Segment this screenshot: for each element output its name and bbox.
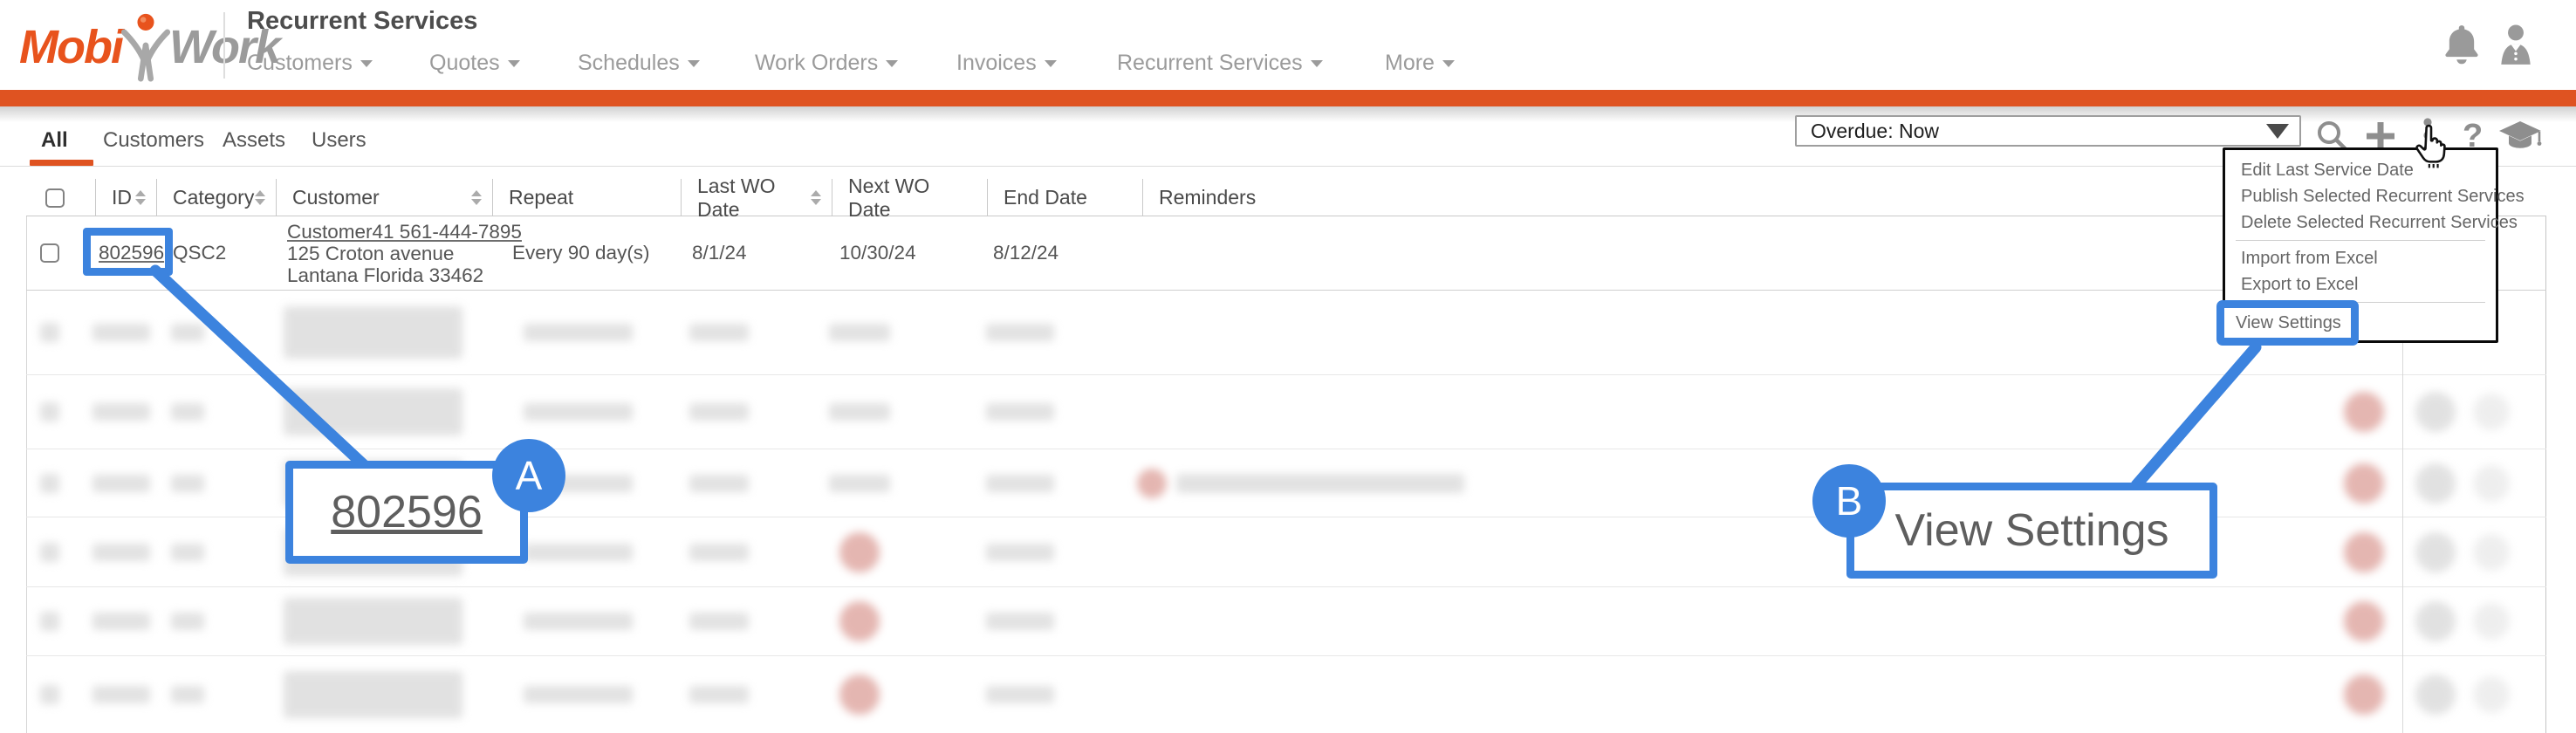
sort-icon[interactable] — [811, 190, 821, 205]
logo-person-icon — [119, 12, 173, 82]
tabs-bottom-border — [0, 166, 2576, 167]
filter-dropdown[interactable]: Overdue: Now — [1795, 115, 2301, 147]
action-icon-redacted — [2344, 463, 2384, 504]
annotation-highlight-view-settings[interactable]: View Settings — [2216, 300, 2359, 346]
hand-cursor-icon — [2410, 122, 2452, 169]
action-icon-redacted — [2473, 394, 2510, 430]
app-logo[interactable]: Mobi Work — [19, 12, 279, 82]
header-cell-id[interactable]: ID — [96, 179, 157, 216]
callout-b-badge: B — [1812, 464, 1886, 538]
user-profile-icon[interactable] — [2496, 23, 2536, 66]
nav-item-customers[interactable]: Customers — [247, 51, 373, 76]
action-icon-redacted — [2344, 675, 2384, 715]
nav-item-invoices[interactable]: Invoices — [956, 51, 1057, 76]
header-cell-category[interactable]: Category — [157, 179, 277, 216]
callout-b-text: View Settings — [1894, 504, 2168, 557]
callout-a-badge: A — [492, 439, 565, 512]
header-cell-end-date[interactable]: End Date — [988, 179, 1143, 216]
nav-item-quotes[interactable]: Quotes — [429, 51, 520, 76]
last-wo-date-value: 8/1/24 — [692, 242, 747, 264]
menu-item-publish-selected[interactable]: Publish Selected Recurrent Services — [2225, 183, 2496, 209]
action-icon-redacted — [2415, 392, 2456, 432]
sort-icon[interactable] — [135, 190, 146, 205]
header-divider — [223, 12, 225, 79]
customer-cell: Customer41 561-444-7895 125 Croton avenu… — [287, 216, 522, 290]
reminder-alert-redacted — [1137, 469, 1167, 498]
table-header-row: ID Category Customer Repeat Last WO Date… — [26, 179, 2546, 216]
tab-users[interactable]: Users — [312, 128, 367, 153]
chevron-down-icon — [1442, 60, 1455, 67]
header-cell-last-wo-date[interactable]: Last WO Date — [682, 179, 832, 216]
status-alert-redacted — [839, 532, 880, 572]
status-alert-redacted — [839, 601, 880, 641]
action-icon-redacted — [2415, 463, 2456, 504]
reminder-text-redacted — [1176, 474, 1464, 493]
row-checkbox[interactable] — [40, 243, 59, 263]
menu-item-export-to-excel[interactable]: Export to Excel — [2225, 271, 2496, 298]
action-icon-redacted — [2473, 676, 2510, 713]
header-cell-customer[interactable]: Customer — [277, 179, 493, 216]
menu-item-edit-last-service-date[interactable]: Edit Last Service Date — [2225, 157, 2496, 183]
chevron-down-icon — [508, 60, 520, 67]
nav-item-recurrent-services[interactable]: Recurrent Services — [1117, 51, 1323, 76]
end-date-value: 8/12/24 — [993, 242, 1058, 264]
callout-b-box: View Settings — [1846, 483, 2217, 579]
customer-address2: Lantana Florida 33462 — [287, 264, 483, 286]
nav-item-more[interactable]: More — [1385, 51, 1455, 76]
table-row-redacted — [26, 375, 2546, 449]
sort-icon[interactable] — [255, 190, 265, 205]
customer-address1: 125 Croton avenue — [287, 243, 454, 264]
filter-dropdown-value: Overdue: Now — [1811, 120, 1939, 143]
page-title: Recurrent Services — [247, 7, 477, 36]
table-row-redacted — [26, 587, 2546, 656]
chevron-down-icon — [688, 60, 700, 67]
sort-icon[interactable] — [471, 190, 482, 205]
menu-item-delete-selected[interactable]: Delete Selected Recurrent Services — [2225, 209, 2496, 236]
chevron-down-icon — [1311, 60, 1323, 67]
menu-separator — [2236, 240, 2485, 241]
tab-customers[interactable]: Customers — [103, 128, 204, 153]
table-row-redacted — [26, 291, 2546, 375]
nav-item-work-orders[interactable]: Work Orders — [755, 51, 898, 76]
notifications-bell-icon[interactable] — [2442, 23, 2482, 66]
tab-assets[interactable]: Assets — [223, 128, 285, 153]
action-icon-redacted — [2415, 532, 2456, 572]
action-icon-redacted — [2473, 465, 2510, 502]
status-alert-redacted — [839, 675, 880, 715]
action-icon-redacted — [2473, 534, 2510, 571]
callout-a-text: 802596 — [331, 486, 483, 538]
repeat-value: Every 90 day(s) — [512, 242, 650, 264]
action-icon-redacted — [2344, 601, 2384, 641]
chevron-down-icon — [886, 60, 898, 67]
menu-item-view-settings[interactable]: View Settings — [2236, 313, 2341, 333]
action-icon-redacted — [2344, 532, 2384, 572]
record-id-link[interactable]: 802596 — [99, 242, 164, 264]
action-icon-redacted — [2473, 603, 2510, 640]
header-cell-reminders[interactable]: Reminders — [1143, 179, 2402, 216]
chevron-down-icon — [360, 60, 373, 67]
nav-item-schedules[interactable]: Schedules — [578, 51, 700, 76]
header-cell-repeat[interactable]: Repeat — [493, 179, 682, 216]
accent-bar — [0, 90, 2576, 106]
next-wo-date-value: 10/30/24 — [839, 242, 916, 264]
action-icon-redacted — [2415, 601, 2456, 641]
graduation-cap-icon[interactable] — [2497, 119, 2543, 157]
category-value: QSC2 — [173, 242, 226, 264]
logo-text-mobi: Mobi — [19, 20, 122, 74]
tab-all[interactable]: All — [41, 128, 68, 153]
customer-link[interactable]: Customer41 561-444-7895 — [287, 221, 522, 243]
table-row[interactable]: 802596 QSC2 Customer41 561-444-7895 125 … — [26, 216, 2546, 291]
recurrent-services-page: Mobi Work Recurrent Services Customers Q… — [0, 0, 2576, 733]
action-icon-redacted — [2344, 392, 2384, 432]
header-cell-select-all — [26, 179, 96, 216]
header-cell-next-wo-date[interactable]: Next WO Date — [832, 179, 988, 216]
action-icon-redacted — [2415, 675, 2456, 715]
chevron-down-icon — [1045, 60, 1057, 67]
active-tab-underline — [30, 160, 93, 166]
menu-item-import-from-excel[interactable]: Import from Excel — [2225, 245, 2496, 271]
dropdown-arrow-icon — [2266, 124, 2289, 139]
select-all-checkbox[interactable] — [45, 188, 65, 208]
table-row-redacted — [26, 656, 2546, 733]
